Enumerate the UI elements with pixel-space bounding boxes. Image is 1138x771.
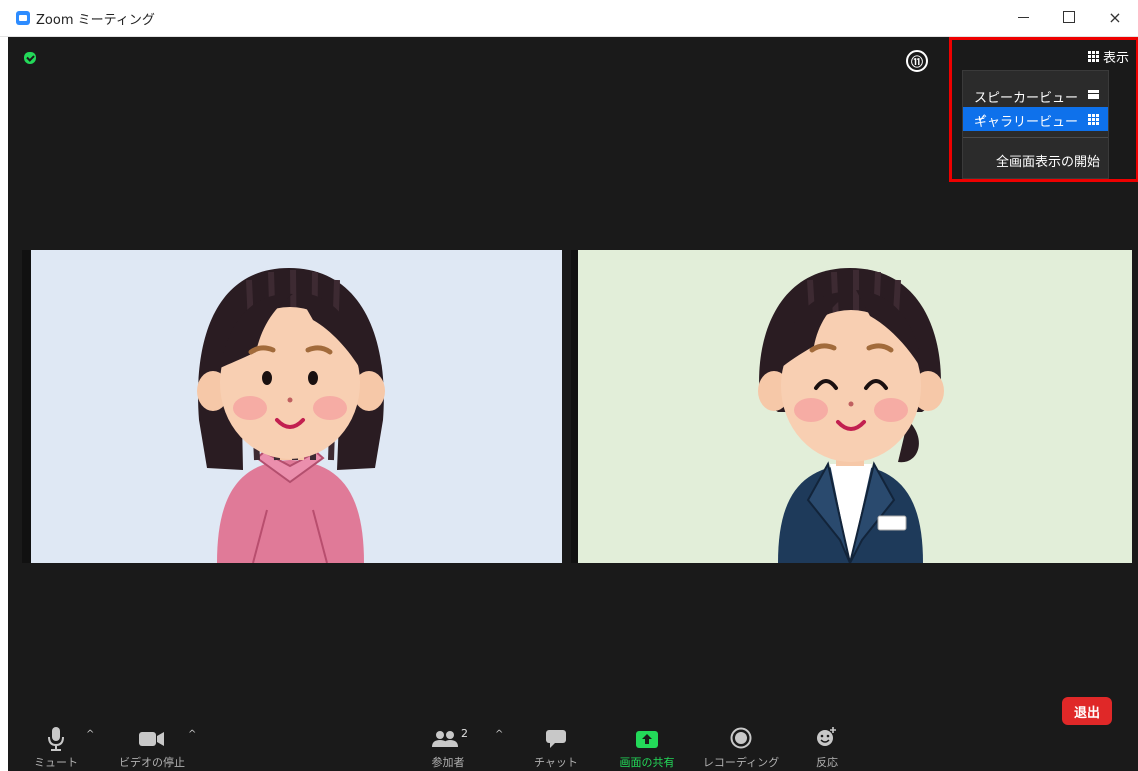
minimize-icon bbox=[1017, 16, 1029, 18]
meeting-area: ⑪ 表示 スピーカービュー ✓ ギャラリービュー 全画面表示の開始 ミュート ^… bbox=[8, 37, 1138, 771]
annotation-number: ⑪ bbox=[906, 50, 928, 72]
video-camera-icon bbox=[139, 732, 164, 746]
security-shield-icon[interactable] bbox=[24, 52, 36, 64]
maximize-button[interactable] bbox=[1046, 2, 1092, 32]
close-button[interactable]: × bbox=[1092, 2, 1138, 32]
participants-button[interactable]: 2 参加者 bbox=[418, 713, 478, 771]
reactions-button[interactable]: 反応 bbox=[804, 713, 850, 771]
highlight-frame bbox=[949, 37, 1138, 182]
participant-video-tile[interactable] bbox=[571, 250, 1132, 564]
record-button[interactable]: レコーディング bbox=[700, 713, 782, 771]
mute-options-caret[interactable]: ^ bbox=[86, 729, 94, 740]
mute-label: ミュート bbox=[34, 756, 78, 769]
video-options-caret[interactable]: ^ bbox=[188, 729, 196, 740]
participants-icon bbox=[432, 731, 458, 747]
participants-options-caret[interactable]: ^ bbox=[495, 729, 503, 740]
zoom-logo-icon bbox=[16, 11, 30, 25]
chat-bubble-icon bbox=[546, 730, 566, 748]
participant-2-avatar bbox=[758, 268, 944, 564]
record-icon bbox=[730, 727, 752, 749]
participants-label: 参加者 bbox=[431, 756, 465, 769]
participants-count: 2 bbox=[461, 727, 468, 740]
participant-video-tile[interactable] bbox=[22, 250, 562, 564]
microphone-icon bbox=[48, 727, 64, 751]
stop-video-button[interactable]: ビデオの停止 bbox=[112, 713, 192, 771]
participant-video-background bbox=[578, 250, 1132, 564]
reaction-emoji-icon bbox=[817, 727, 836, 746]
video-label: ビデオの停止 bbox=[119, 756, 185, 769]
minimize-button[interactable] bbox=[1000, 2, 1046, 32]
chat-button[interactable]: チャット bbox=[530, 713, 582, 771]
participant-1-avatar bbox=[197, 268, 385, 564]
maximize-icon bbox=[1063, 11, 1075, 23]
share-label: 画面の共有 bbox=[619, 756, 675, 769]
participant-video-background bbox=[31, 250, 562, 564]
reactions-label: 反応 bbox=[816, 756, 838, 769]
share-screen-icon bbox=[636, 731, 658, 748]
window-title: Zoom ミーティング bbox=[36, 13, 155, 28]
mute-button[interactable]: ミュート bbox=[30, 713, 82, 771]
chat-label: チャット bbox=[534, 756, 578, 769]
record-label: レコーディング bbox=[702, 756, 780, 769]
share-screen-button[interactable]: 画面の共有 bbox=[612, 713, 682, 771]
leave-button[interactable]: 退出 bbox=[1062, 697, 1112, 725]
title-bar: Zoom ミーティング × bbox=[0, 0, 1138, 37]
meeting-toolbar: ミュート ^ ビデオの停止 ^ 2 参加者 ^ チャット 画面の共有 レコーディ… bbox=[8, 713, 1138, 771]
